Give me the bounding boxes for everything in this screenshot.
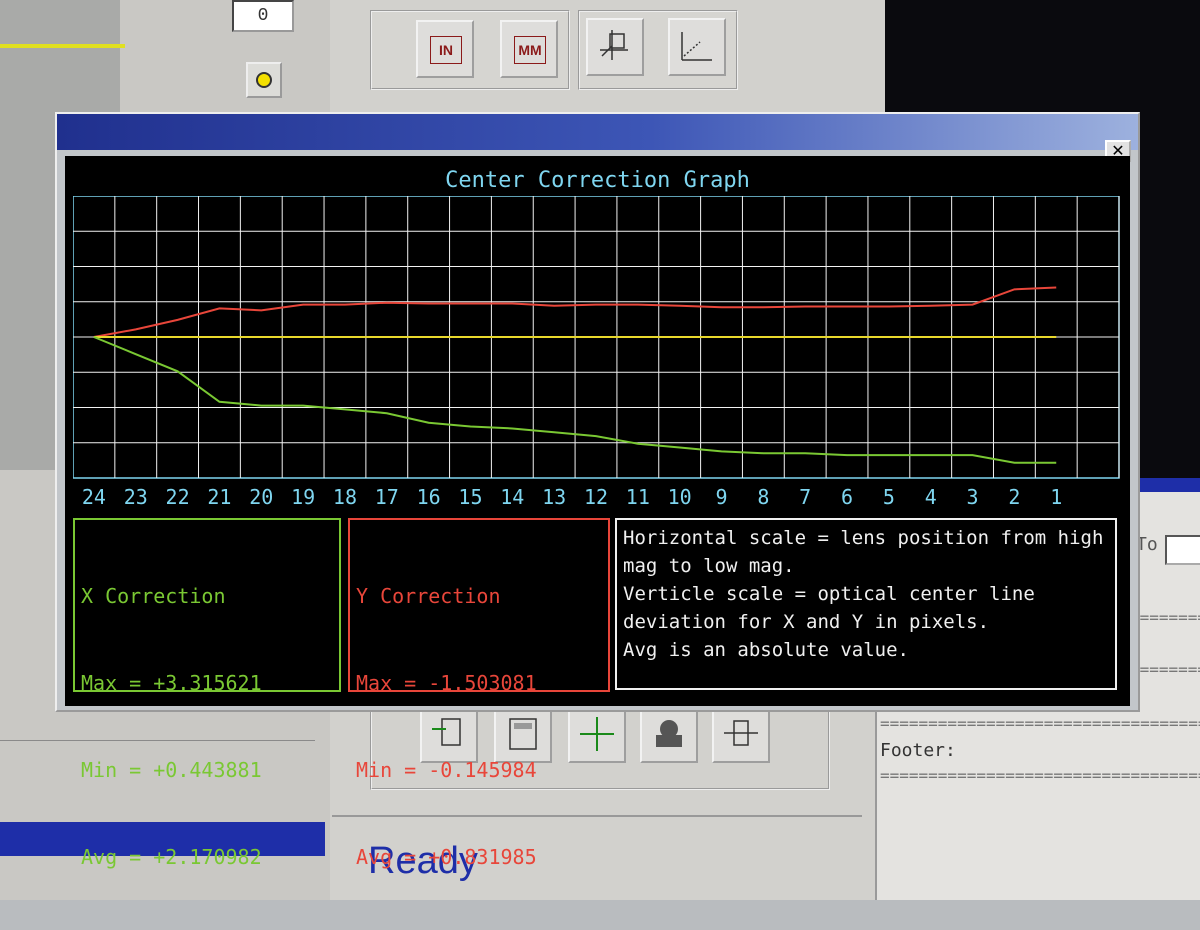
x-tick-label: 6 xyxy=(841,485,853,509)
x-tick-label: 5 xyxy=(883,485,895,509)
x-avg-value: Avg = +2.170982 xyxy=(81,845,262,869)
measure-icon xyxy=(724,720,758,746)
scale-note-panel: Horizontal scale = lens position from hi… xyxy=(615,518,1117,690)
x-tick-label: 9 xyxy=(715,485,727,509)
x-tick-label: 3 xyxy=(967,485,979,509)
inch-units-button[interactable]: IN xyxy=(416,20,474,78)
x-tick-label: 15 xyxy=(458,485,482,509)
x-tick-label: 2 xyxy=(1008,485,1020,509)
footer-label: Footer: xyxy=(880,740,956,761)
probe-icon xyxy=(656,720,682,747)
title-bar[interactable] xyxy=(57,114,1138,150)
x-tick-label: 16 xyxy=(417,485,441,509)
x-tick-label: 13 xyxy=(542,485,566,509)
x-tick-label: 14 xyxy=(500,485,524,509)
horizontal-scale-note: Horizontal scale = lens position from hi… xyxy=(623,527,1104,577)
center-correction-dialog: ✕ Center Correction Graph 24 23 22 21 20 19 18… xyxy=(55,112,1140,869)
x-tick-label: 12 xyxy=(584,485,608,509)
separator-line: =================================== xyxy=(1130,608,1200,627)
cube-axes-icon xyxy=(600,30,628,60)
x-max-value: Max = +3.315621 xyxy=(81,671,262,695)
mm-icon: MM xyxy=(514,36,546,64)
x-tick-label: 10 xyxy=(668,485,692,509)
to-input[interactable] xyxy=(1165,535,1200,565)
x-tick-label: 7 xyxy=(799,485,811,509)
units-toolbar: IN MM xyxy=(370,10,570,90)
y-max-value: Max = -1.503081 xyxy=(356,671,537,695)
x-correction-title: X Correction xyxy=(81,584,226,608)
x-tick-label: 4 xyxy=(925,485,937,509)
bulb-icon xyxy=(256,72,272,88)
separator-line: =================================== xyxy=(880,766,1200,785)
inch-icon: IN xyxy=(430,36,462,64)
x-tick-label: 24 xyxy=(82,485,106,509)
measure-button[interactable] xyxy=(712,705,770,763)
y-correction-panel: Y Correction Max = -1.503081 Min = -0.14… xyxy=(348,518,610,869)
x-tick-label: 18 xyxy=(333,485,357,509)
3d-view-button[interactable] xyxy=(586,18,644,76)
plot-axes-icon xyxy=(681,32,712,61)
light-button[interactable] xyxy=(246,62,282,98)
x-tick-label: 1 xyxy=(1050,485,1062,509)
separator-line: =================================== xyxy=(880,714,1200,733)
number-field[interactable]: 0 xyxy=(232,0,294,32)
x-tick-label: 19 xyxy=(291,485,315,509)
x-tick-label: 23 xyxy=(124,485,148,509)
mm-units-button[interactable]: MM xyxy=(500,20,558,78)
probe-button[interactable] xyxy=(640,705,698,763)
yellow-guide-line xyxy=(0,44,125,48)
view-toolbar xyxy=(578,10,738,90)
right-blue-bar xyxy=(1130,478,1200,492)
center-correction-chart: 24 23 22 21 20 19 18 17 16 15 14 13 12 11 10 9 8 7 6 5 4 3 2 1 xyxy=(73,196,1120,509)
vertical-scale-note: Verticle scale = optical center line dev… xyxy=(623,583,1035,633)
x-tick-label: 22 xyxy=(166,485,190,509)
graph-area: Center Correction Graph 24 23 22 21 20 19 18 17… xyxy=(65,156,1130,869)
y-min-value: Min = -0.145984 xyxy=(356,758,537,782)
y-correction-title: Y Correction xyxy=(356,584,501,608)
x-tick-label: 17 xyxy=(375,485,399,509)
y-avg-value: Avg = +0.831985 xyxy=(356,845,537,869)
graph-title: Center Correction Graph xyxy=(445,168,750,193)
x-tick-label: 8 xyxy=(757,485,769,509)
avg-note: Avg is an absolute value. xyxy=(623,639,909,661)
x-tick-label: 20 xyxy=(249,485,273,509)
separator-line: =================================== xyxy=(1130,660,1200,679)
x-tick-label: 21 xyxy=(207,485,231,509)
2d-plot-button[interactable] xyxy=(668,18,726,76)
x-correction-panel: X Correction Max = +3.315621 Min = +0.44… xyxy=(73,518,341,869)
x-min-value: Min = +0.443881 xyxy=(81,758,262,782)
x-tick-label: 11 xyxy=(626,485,650,509)
